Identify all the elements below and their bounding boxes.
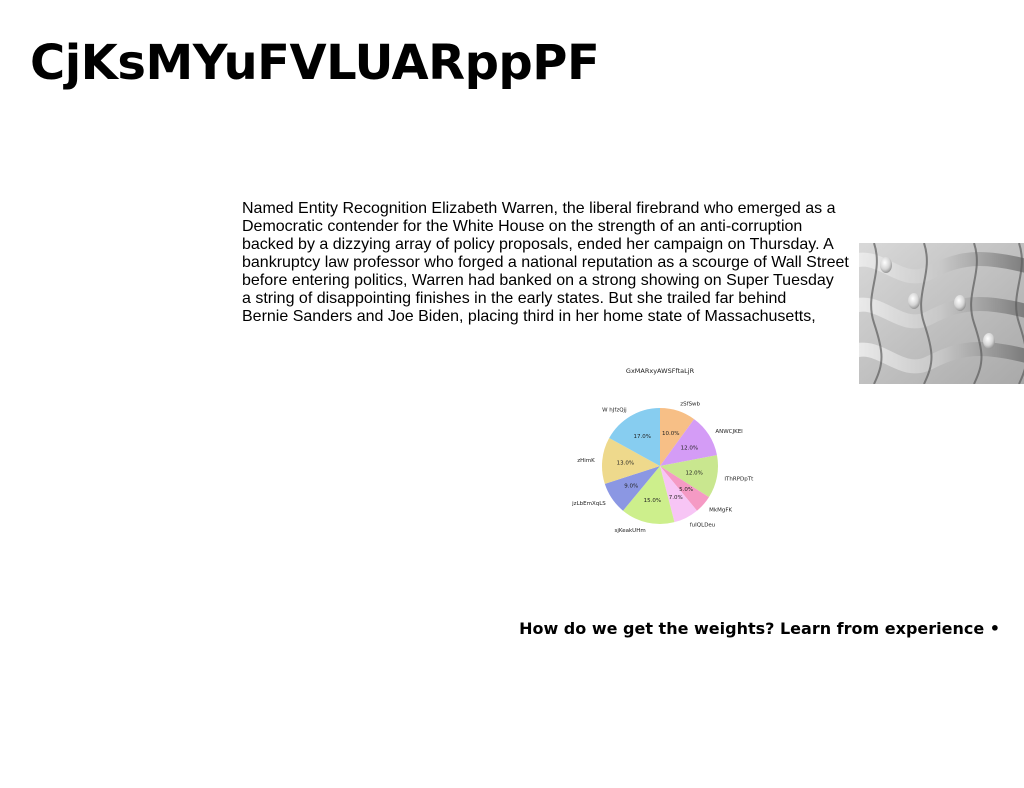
paragraph-line: before entering politics, Warren had ban… xyxy=(242,272,834,289)
slice-percent-label: 17.0% xyxy=(634,434,651,440)
paragraph-line: bankruptcy law professor who forged a na… xyxy=(242,254,849,271)
pie-chart-svg: GxMARxyAWSFftaLjR 10.0% zSfSwb 12.0% ANWCJK… xyxy=(571,367,754,534)
paragraph-line: Democratic contender for the White House… xyxy=(242,218,803,235)
paragraph-line: backed by a dizzying array of policy pro… xyxy=(242,236,834,253)
paragraph-line: Bernie Sanders and Joe Biden, placing th… xyxy=(242,308,816,325)
slice-percent-label: 10.0% xyxy=(662,431,679,437)
slice-percent-label: 7.0% xyxy=(669,495,683,501)
slice-percent-label: 5.0% xyxy=(679,487,693,493)
textured-surface-photo xyxy=(859,243,1024,384)
pie-chart: GxMARxyAWSFftaLjR 10.0% zSfSwb 12.0% ANWCJK… xyxy=(560,362,760,562)
slice-category-label: ANWCJKEI xyxy=(715,429,743,435)
slice-percent-label: 15.0% xyxy=(644,498,661,504)
slice-percent-label: 13.0% xyxy=(617,461,634,467)
chart-title: GxMARxyAWSFftaLjR xyxy=(626,367,695,375)
slice-percent-label: 9.0% xyxy=(624,484,638,490)
slice-category-label: W hJfzQjj xyxy=(602,408,627,414)
slice-category-label: fuIQLDeu xyxy=(690,522,716,528)
slice-percent-label: 12.0% xyxy=(685,471,702,477)
photo-image xyxy=(859,243,1024,384)
slice-category-label: zHimK xyxy=(577,458,595,464)
slice-category-label: MkMgFK xyxy=(709,507,732,513)
article-paragraph: Named Entity Recognition Elizabeth Warre… xyxy=(242,200,854,326)
paragraph-line: a string of disappointing finishes in th… xyxy=(242,290,787,307)
slice-category-label: jzLbEmXqLS xyxy=(571,501,606,507)
page-title: CjKsMYuFVLUARppPF xyxy=(30,35,600,91)
paragraph-line: Named Entity Recognition Elizabeth Warre… xyxy=(242,200,836,217)
slice-percent-label: 12.0% xyxy=(681,445,698,451)
slice-category-label: sjKeakUHm xyxy=(615,528,646,534)
caption-text: How do we get the weights? Learn from ex… xyxy=(519,619,1000,638)
slice-category-label: zSfSwb xyxy=(680,402,700,408)
slice-category-label: IThRPDpTt xyxy=(724,476,754,482)
